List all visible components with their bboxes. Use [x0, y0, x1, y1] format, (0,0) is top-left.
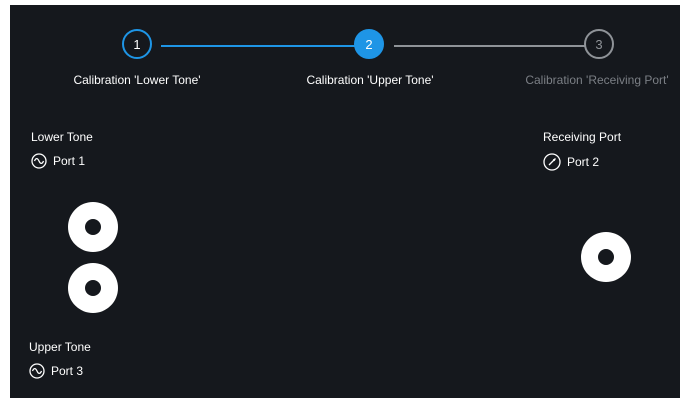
- calibration-panel: 1 2 3 Calibration 'Lower Tone' Calibrati…: [10, 5, 680, 398]
- receiving-port-port: Port 2: [543, 153, 599, 171]
- step-2-label: Calibration 'Upper Tone': [306, 73, 434, 87]
- receiving-port-port-label: Port 2: [567, 155, 600, 169]
- step-1-number: 1: [133, 36, 141, 52]
- step-connector-pending: [394, 45, 594, 47]
- port-1-connector-center: [85, 219, 101, 235]
- step-3-number: 3: [595, 36, 603, 52]
- lower-tone-port: Port 1: [31, 153, 85, 169]
- step-1-indicator[interactable]: 1: [122, 29, 152, 59]
- receiving-port-title: Receiving Port: [543, 130, 622, 144]
- step-3-label: Calibration 'Receiving Port': [525, 73, 669, 87]
- step-3-indicator[interactable]: 3: [584, 29, 614, 59]
- lower-tone-title: Lower Tone: [31, 130, 93, 144]
- meter-needle-icon: [543, 153, 561, 171]
- port-1-connector[interactable]: [68, 202, 118, 252]
- sine-wave-icon: [29, 363, 45, 379]
- upper-tone-port: Port 3: [29, 363, 83, 379]
- upper-tone-title: Upper Tone: [29, 340, 91, 354]
- step-2-number: 2: [365, 36, 373, 52]
- port-3-connector-center: [85, 280, 101, 296]
- port-3-connector[interactable]: [68, 263, 118, 313]
- step-1-label: Calibration 'Lower Tone': [73, 73, 201, 87]
- step-connector-done: [161, 45, 361, 47]
- port-2-connector-center: [598, 249, 614, 265]
- sine-wave-icon: [31, 153, 47, 169]
- lower-tone-port-label: Port 1: [53, 154, 86, 168]
- upper-tone-port-label: Port 3: [51, 364, 84, 378]
- step-2-indicator[interactable]: 2: [354, 29, 384, 59]
- port-2-connector[interactable]: [581, 232, 631, 282]
